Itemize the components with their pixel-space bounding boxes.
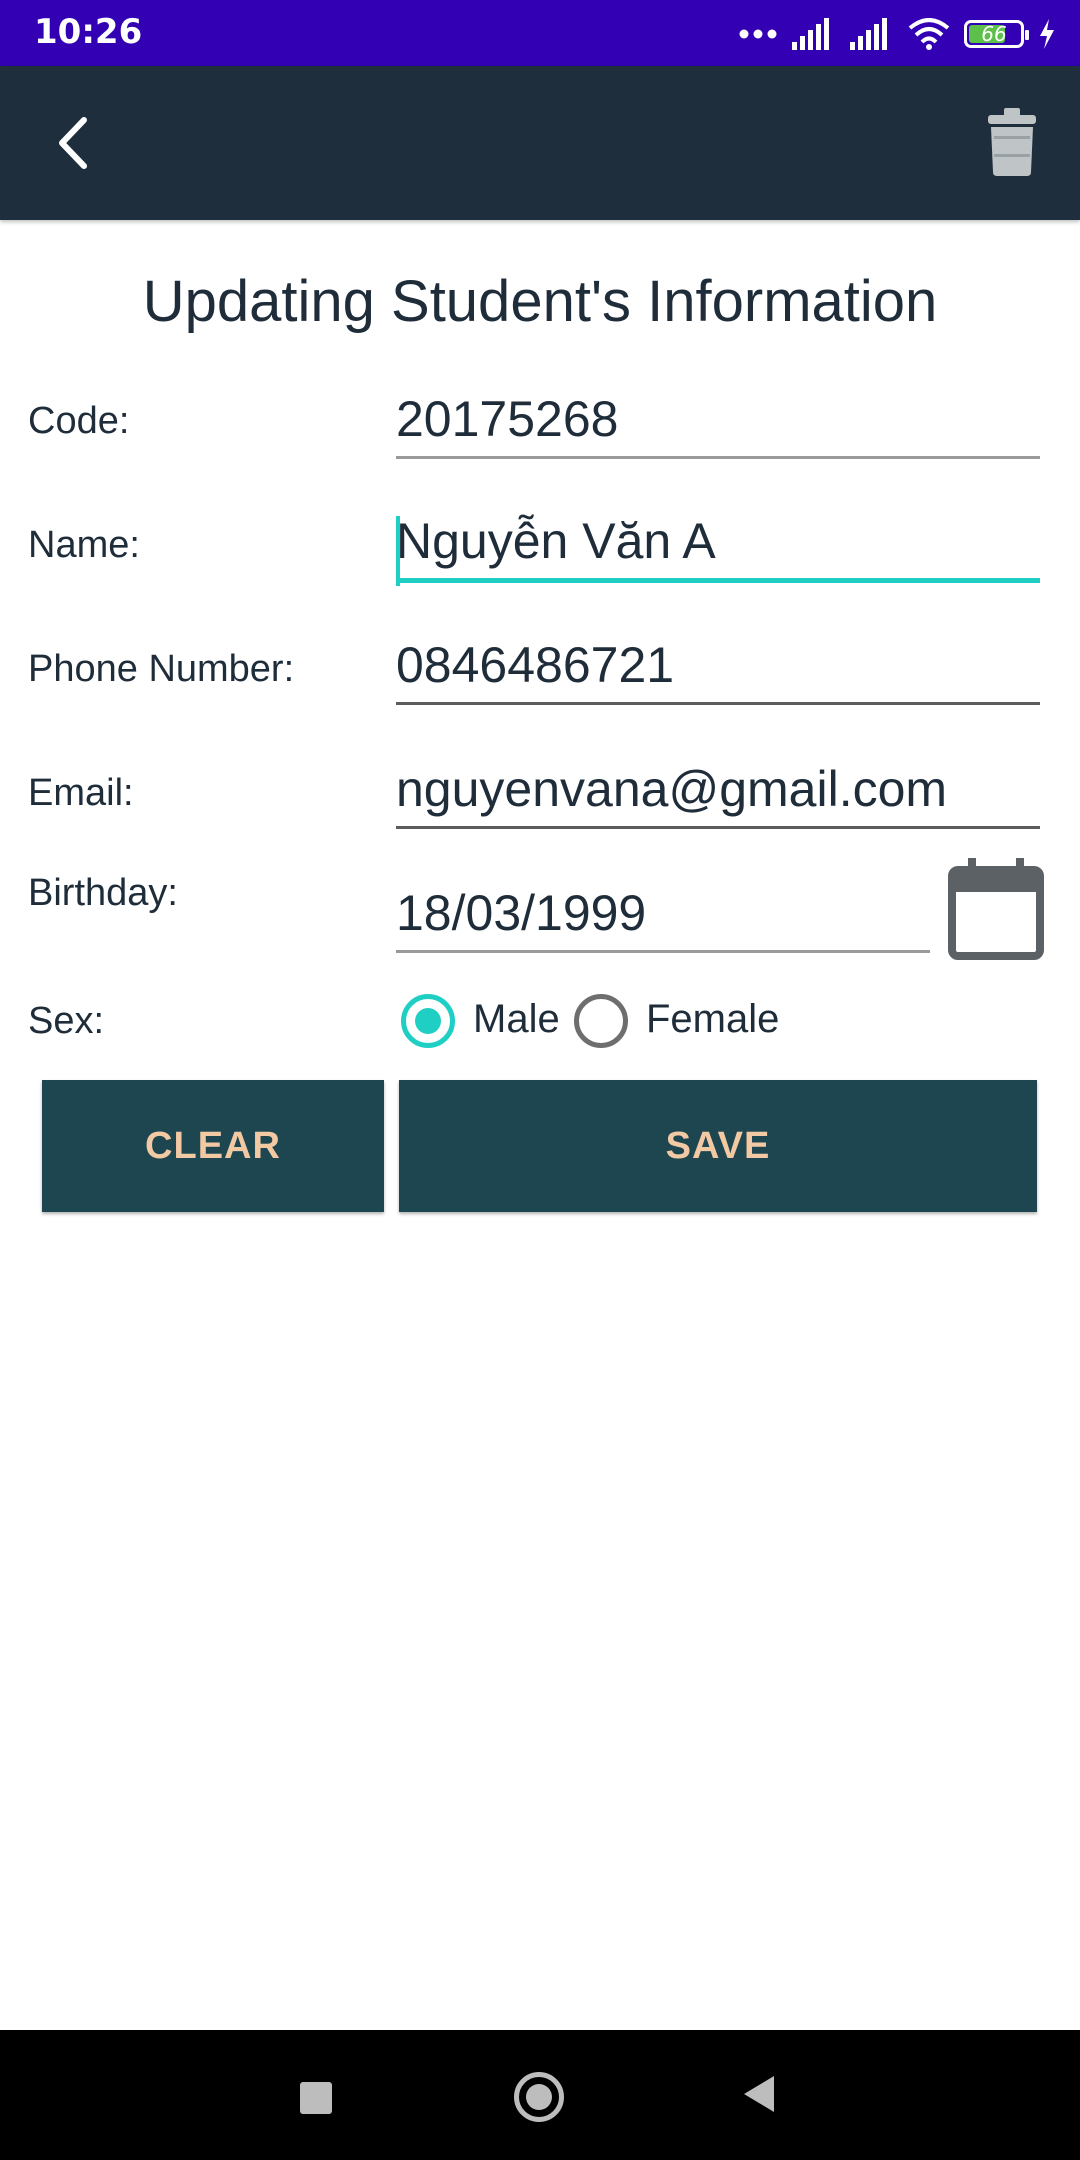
home-circle-icon[interactable] — [514, 2072, 564, 2122]
battery-icon: 66 — [964, 20, 1029, 48]
page-title: Updating Student's Information — [142, 269, 938, 334]
email-label: Email: — [28, 772, 134, 814]
birthday-field[interactable]: 18/03/1999 — [396, 884, 930, 953]
trash-icon[interactable] — [982, 106, 1042, 178]
signal-icon — [792, 18, 829, 50]
back-triangle-icon[interactable] — [744, 2076, 774, 2112]
save-button[interactable]: SAVE — [399, 1080, 1037, 1212]
status-icons: 66 — [738, 14, 1056, 54]
system-nav-bar — [0, 2030, 1080, 2160]
battery-level: 66 — [981, 22, 1007, 46]
name-field[interactable]: Nguyễn Văn A — [396, 512, 1040, 586]
code-label: Code: — [28, 400, 130, 442]
radio-female-label[interactable]: Female — [646, 997, 779, 1042]
email-field[interactable]: nguyenvana@gmail.com — [396, 760, 1040, 829]
clear-button[interactable]: CLEAR — [42, 1080, 384, 1212]
phone-label: Phone Number: — [28, 648, 295, 690]
dots-icon — [739, 29, 777, 39]
status-time: 10:26 — [34, 12, 143, 52]
text-caret — [396, 516, 400, 586]
radio-male[interactable] — [401, 994, 455, 1048]
sex-label: Sex: — [28, 1000, 105, 1042]
app-bar — [0, 66, 1080, 220]
calendar-icon[interactable] — [948, 856, 1044, 960]
recents-square-icon[interactable] — [300, 2082, 332, 2114]
birthday-label: Birthday: — [28, 872, 178, 914]
status-bar: 10:26 66 — [0, 0, 1080, 66]
code-field[interactable]: 20175268 — [396, 390, 1040, 459]
charging-icon — [1040, 19, 1054, 49]
name-label: Name: — [28, 524, 140, 566]
radio-female[interactable] — [574, 994, 628, 1048]
name-value: Nguyễn Văn A — [396, 513, 716, 569]
signal-icon — [850, 18, 887, 50]
radio-male-label[interactable]: Male — [473, 997, 560, 1042]
phone-field[interactable]: 0846486721 — [396, 636, 1040, 705]
back-chevron-icon[interactable] — [40, 108, 110, 178]
wifi-icon — [908, 18, 950, 50]
